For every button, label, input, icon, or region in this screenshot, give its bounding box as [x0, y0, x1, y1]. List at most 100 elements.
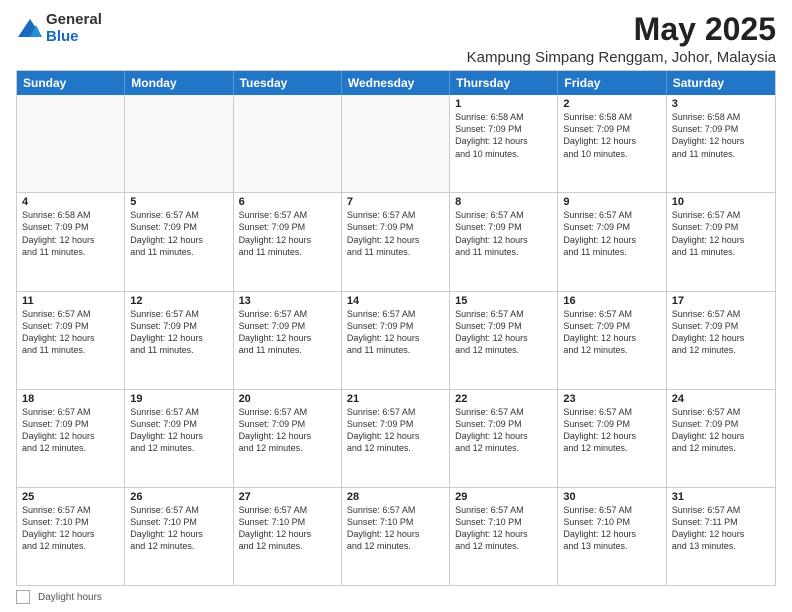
calendar-body: 1Sunrise: 6:58 AM Sunset: 7:09 PM Daylig…: [17, 95, 775, 585]
calendar-cell: 6Sunrise: 6:57 AM Sunset: 7:09 PM Daylig…: [234, 193, 342, 290]
header-cell-tuesday: Tuesday: [234, 71, 342, 95]
calendar-cell: 16Sunrise: 6:57 AM Sunset: 7:09 PM Dayli…: [558, 292, 666, 389]
day-info: Sunrise: 6:58 AM Sunset: 7:09 PM Dayligh…: [22, 209, 119, 258]
calendar-cell: 10Sunrise: 6:57 AM Sunset: 7:09 PM Dayli…: [667, 193, 775, 290]
day-number: 5: [130, 196, 227, 208]
calendar-row-4: 25Sunrise: 6:57 AM Sunset: 7:10 PM Dayli…: [17, 487, 775, 585]
footer-label: Daylight hours: [38, 592, 102, 603]
day-info: Sunrise: 6:57 AM Sunset: 7:09 PM Dayligh…: [455, 406, 552, 455]
calendar-cell: 31Sunrise: 6:57 AM Sunset: 7:11 PM Dayli…: [667, 488, 775, 585]
day-number: 3: [672, 98, 770, 110]
day-info: Sunrise: 6:57 AM Sunset: 7:09 PM Dayligh…: [563, 209, 660, 258]
logo: General Blue: [16, 12, 102, 45]
day-number: 19: [130, 393, 227, 405]
day-number: 28: [347, 491, 444, 503]
header-cell-wednesday: Wednesday: [342, 71, 450, 95]
calendar-row-3: 18Sunrise: 6:57 AM Sunset: 7:09 PM Dayli…: [17, 389, 775, 487]
logo-blue: Blue: [46, 29, 102, 46]
calendar-cell: 28Sunrise: 6:57 AM Sunset: 7:10 PM Dayli…: [342, 488, 450, 585]
title-area: May 2025 Kampung Simpang Renggam, Johor,…: [467, 12, 776, 66]
day-info: Sunrise: 6:57 AM Sunset: 7:10 PM Dayligh…: [22, 504, 119, 553]
calendar-cell: 25Sunrise: 6:57 AM Sunset: 7:10 PM Dayli…: [17, 488, 125, 585]
calendar-cell: 3Sunrise: 6:58 AM Sunset: 7:09 PM Daylig…: [667, 95, 775, 192]
calendar-cell: 23Sunrise: 6:57 AM Sunset: 7:09 PM Dayli…: [558, 390, 666, 487]
calendar: SundayMondayTuesdayWednesdayThursdayFrid…: [16, 70, 776, 586]
day-info: Sunrise: 6:57 AM Sunset: 7:09 PM Dayligh…: [130, 308, 227, 357]
day-info: Sunrise: 6:57 AM Sunset: 7:09 PM Dayligh…: [22, 308, 119, 357]
month-title: May 2025: [467, 12, 776, 47]
calendar-cell: 21Sunrise: 6:57 AM Sunset: 7:09 PM Dayli…: [342, 390, 450, 487]
day-number: 8: [455, 196, 552, 208]
day-info: Sunrise: 6:57 AM Sunset: 7:10 PM Dayligh…: [455, 504, 552, 553]
day-info: Sunrise: 6:58 AM Sunset: 7:09 PM Dayligh…: [672, 111, 770, 160]
calendar-row-1: 4Sunrise: 6:58 AM Sunset: 7:09 PM Daylig…: [17, 192, 775, 290]
day-number: 15: [455, 295, 552, 307]
header-cell-friday: Friday: [558, 71, 666, 95]
day-info: Sunrise: 6:57 AM Sunset: 7:10 PM Dayligh…: [347, 504, 444, 553]
day-number: 27: [239, 491, 336, 503]
calendar-cell: 20Sunrise: 6:57 AM Sunset: 7:09 PM Dayli…: [234, 390, 342, 487]
header: General Blue May 2025 Kampung Simpang Re…: [16, 12, 776, 66]
day-number: 6: [239, 196, 336, 208]
day-number: 12: [130, 295, 227, 307]
day-number: 22: [455, 393, 552, 405]
day-info: Sunrise: 6:57 AM Sunset: 7:10 PM Dayligh…: [239, 504, 336, 553]
day-info: Sunrise: 6:57 AM Sunset: 7:09 PM Dayligh…: [347, 406, 444, 455]
calendar-cell: 1Sunrise: 6:58 AM Sunset: 7:09 PM Daylig…: [450, 95, 558, 192]
day-number: 20: [239, 393, 336, 405]
day-number: 31: [672, 491, 770, 503]
calendar-cell: 19Sunrise: 6:57 AM Sunset: 7:09 PM Dayli…: [125, 390, 233, 487]
day-number: 11: [22, 295, 119, 307]
calendar-row-0: 1Sunrise: 6:58 AM Sunset: 7:09 PM Daylig…: [17, 95, 775, 192]
calendar-cell: 29Sunrise: 6:57 AM Sunset: 7:10 PM Dayli…: [450, 488, 558, 585]
calendar-header: SundayMondayTuesdayWednesdayThursdayFrid…: [17, 71, 775, 95]
header-cell-monday: Monday: [125, 71, 233, 95]
day-info: Sunrise: 6:57 AM Sunset: 7:10 PM Dayligh…: [130, 504, 227, 553]
calendar-row-2: 11Sunrise: 6:57 AM Sunset: 7:09 PM Dayli…: [17, 291, 775, 389]
day-number: 16: [563, 295, 660, 307]
footer-box: [16, 590, 30, 604]
calendar-cell: 11Sunrise: 6:57 AM Sunset: 7:09 PM Dayli…: [17, 292, 125, 389]
day-number: 24: [672, 393, 770, 405]
day-number: 13: [239, 295, 336, 307]
footer: Daylight hours: [16, 590, 776, 604]
logo-general: General: [46, 12, 102, 29]
calendar-cell: [125, 95, 233, 192]
day-info: Sunrise: 6:57 AM Sunset: 7:09 PM Dayligh…: [130, 406, 227, 455]
day-info: Sunrise: 6:57 AM Sunset: 7:09 PM Dayligh…: [672, 406, 770, 455]
day-info: Sunrise: 6:57 AM Sunset: 7:09 PM Dayligh…: [239, 209, 336, 258]
day-number: 10: [672, 196, 770, 208]
calendar-cell: 4Sunrise: 6:58 AM Sunset: 7:09 PM Daylig…: [17, 193, 125, 290]
calendar-cell: 24Sunrise: 6:57 AM Sunset: 7:09 PM Dayli…: [667, 390, 775, 487]
header-cell-saturday: Saturday: [667, 71, 775, 95]
day-info: Sunrise: 6:57 AM Sunset: 7:11 PM Dayligh…: [672, 504, 770, 553]
day-number: 30: [563, 491, 660, 503]
calendar-cell: 22Sunrise: 6:57 AM Sunset: 7:09 PM Dayli…: [450, 390, 558, 487]
day-number: 4: [22, 196, 119, 208]
calendar-cell: 26Sunrise: 6:57 AM Sunset: 7:10 PM Dayli…: [125, 488, 233, 585]
logo-text: General Blue: [46, 12, 102, 45]
header-cell-sunday: Sunday: [17, 71, 125, 95]
calendar-cell: 13Sunrise: 6:57 AM Sunset: 7:09 PM Dayli…: [234, 292, 342, 389]
day-number: 14: [347, 295, 444, 307]
calendar-cell: 7Sunrise: 6:57 AM Sunset: 7:09 PM Daylig…: [342, 193, 450, 290]
calendar-cell: 30Sunrise: 6:57 AM Sunset: 7:10 PM Dayli…: [558, 488, 666, 585]
day-info: Sunrise: 6:57 AM Sunset: 7:09 PM Dayligh…: [455, 308, 552, 357]
day-number: 29: [455, 491, 552, 503]
day-info: Sunrise: 6:58 AM Sunset: 7:09 PM Dayligh…: [563, 111, 660, 160]
day-info: Sunrise: 6:57 AM Sunset: 7:09 PM Dayligh…: [239, 406, 336, 455]
calendar-cell: 15Sunrise: 6:57 AM Sunset: 7:09 PM Dayli…: [450, 292, 558, 389]
day-number: 21: [347, 393, 444, 405]
calendar-cell: 5Sunrise: 6:57 AM Sunset: 7:09 PM Daylig…: [125, 193, 233, 290]
calendar-cell: 27Sunrise: 6:57 AM Sunset: 7:10 PM Dayli…: [234, 488, 342, 585]
logo-icon: [16, 15, 44, 43]
day-info: Sunrise: 6:57 AM Sunset: 7:09 PM Dayligh…: [672, 308, 770, 357]
day-info: Sunrise: 6:57 AM Sunset: 7:09 PM Dayligh…: [347, 308, 444, 357]
day-number: 26: [130, 491, 227, 503]
day-info: Sunrise: 6:57 AM Sunset: 7:09 PM Dayligh…: [455, 209, 552, 258]
calendar-cell: [342, 95, 450, 192]
day-number: 9: [563, 196, 660, 208]
day-info: Sunrise: 6:57 AM Sunset: 7:09 PM Dayligh…: [239, 308, 336, 357]
day-info: Sunrise: 6:57 AM Sunset: 7:09 PM Dayligh…: [22, 406, 119, 455]
calendar-cell: 14Sunrise: 6:57 AM Sunset: 7:09 PM Dayli…: [342, 292, 450, 389]
